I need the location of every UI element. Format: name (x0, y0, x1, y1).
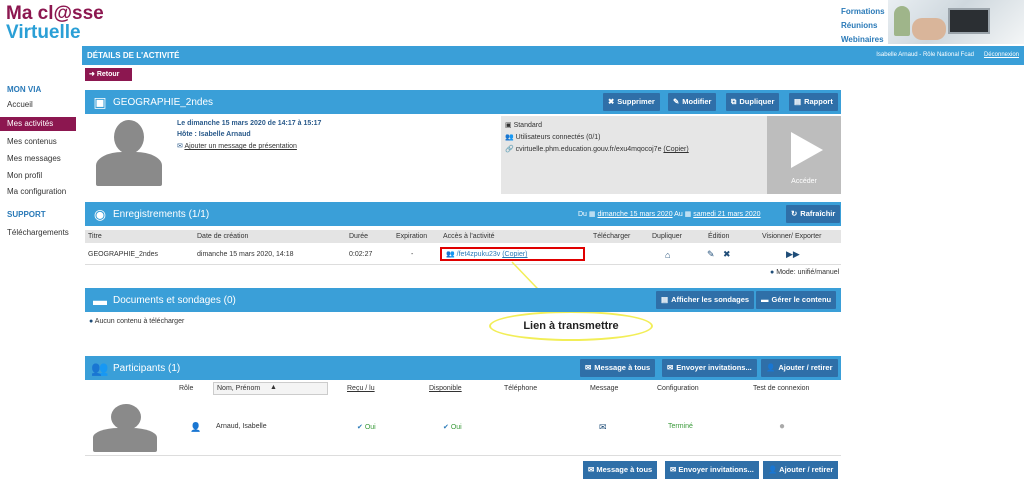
col-configuration: Configuration (657, 385, 699, 392)
documents-header: ▬ Documents et sondages (0) ▤ Afficher le… (85, 288, 841, 312)
col-disponible[interactable]: Disponible (429, 385, 462, 392)
connection-status-dot: ● (779, 421, 786, 432)
message-all-bottom-button[interactable]: ✉ Message à tous (583, 461, 658, 479)
avatar-body (93, 428, 157, 452)
sort-icon: ▲ (270, 384, 277, 391)
participants-header: 👥 Participants (1) ✉ Message à tous ✉ Envo… (85, 356, 841, 380)
col-message: Message (590, 385, 619, 392)
envelope-icon: ✉ (585, 363, 592, 372)
user-icon: 👤 (768, 465, 780, 474)
participants-table-header: Rôle Nom, Prénom ▲ Reçu / lu Disponible … (85, 382, 841, 395)
available-status: ✔ Oui (443, 423, 462, 431)
message-all-button[interactable]: ✉ Message à tous (580, 359, 656, 377)
users-icon: 👥 (91, 360, 109, 376)
annotation-label: Lien à transmettre (489, 311, 653, 341)
manage-content-label: Gérer le contenu (771, 295, 832, 304)
envelope-icon[interactable]: ✉ (599, 422, 607, 433)
avatar-head (111, 404, 141, 430)
configuration-status: Terminé (668, 423, 693, 430)
add-remove-button[interactable]: 👤 Ajouter / retirer (761, 359, 838, 377)
invite-label: Envoyer invitations... (676, 363, 752, 372)
separator (85, 455, 841, 456)
received-status: ✔ Oui (357, 423, 376, 431)
polls-label: Afficher les sondages (671, 295, 750, 304)
add-remove-bottom-button[interactable]: 👤 Ajouter / retirer (763, 461, 839, 479)
check-icon: ✔ (357, 424, 365, 431)
available-label: Oui (450, 424, 462, 431)
message-all-bottom-label: Message à tous (596, 465, 653, 474)
poll-icon: ▤ (661, 295, 669, 304)
envelope-icon: ✉ (667, 363, 674, 372)
col-recu[interactable]: Reçu / lu (347, 385, 375, 392)
name-sort-header[interactable]: Nom, Prénom ▲ (213, 382, 328, 395)
documents-title: Documents et sondages (0) (113, 295, 236, 306)
documents-empty-label: Aucun contenu à télécharger (94, 318, 185, 325)
participant-name: Arnaud, Isabelle (216, 423, 267, 430)
folder-icon: ▬ (761, 295, 769, 304)
col-telephone: Téléphone (504, 385, 538, 392)
message-all-label: Message à tous (594, 363, 651, 372)
manage-content-button[interactable]: ▬ Gérer le contenu (756, 291, 837, 309)
col-nom: Nom, Prénom (217, 385, 261, 392)
check-icon: ✔ (443, 424, 451, 431)
user-icon: 👤 (766, 363, 776, 372)
received-label: Oui (364, 424, 376, 431)
add-remove-label: Ajouter / retirer (778, 363, 833, 372)
polls-button[interactable]: ▤ Afficher les sondages (656, 291, 755, 309)
role-user-icon: 👤 (190, 422, 202, 432)
invite-bottom-button[interactable]: ✉ Envoyer invitations... (665, 461, 759, 479)
add-remove-bottom-label: Ajouter / retirer (779, 465, 834, 474)
invite-button[interactable]: ✉ Envoyer invitations... (662, 359, 757, 377)
col-test-connexion: Test de connexion (753, 385, 810, 392)
participants-title: Participants (1) (113, 363, 181, 374)
participant-avatar (89, 402, 165, 452)
documents-empty: ● Aucun contenu à télécharger (89, 318, 184, 325)
folder-icon: ▬ (93, 292, 107, 308)
col-role: Rôle (179, 385, 194, 392)
invite-bottom-label: Envoyer invitations... (678, 465, 754, 474)
